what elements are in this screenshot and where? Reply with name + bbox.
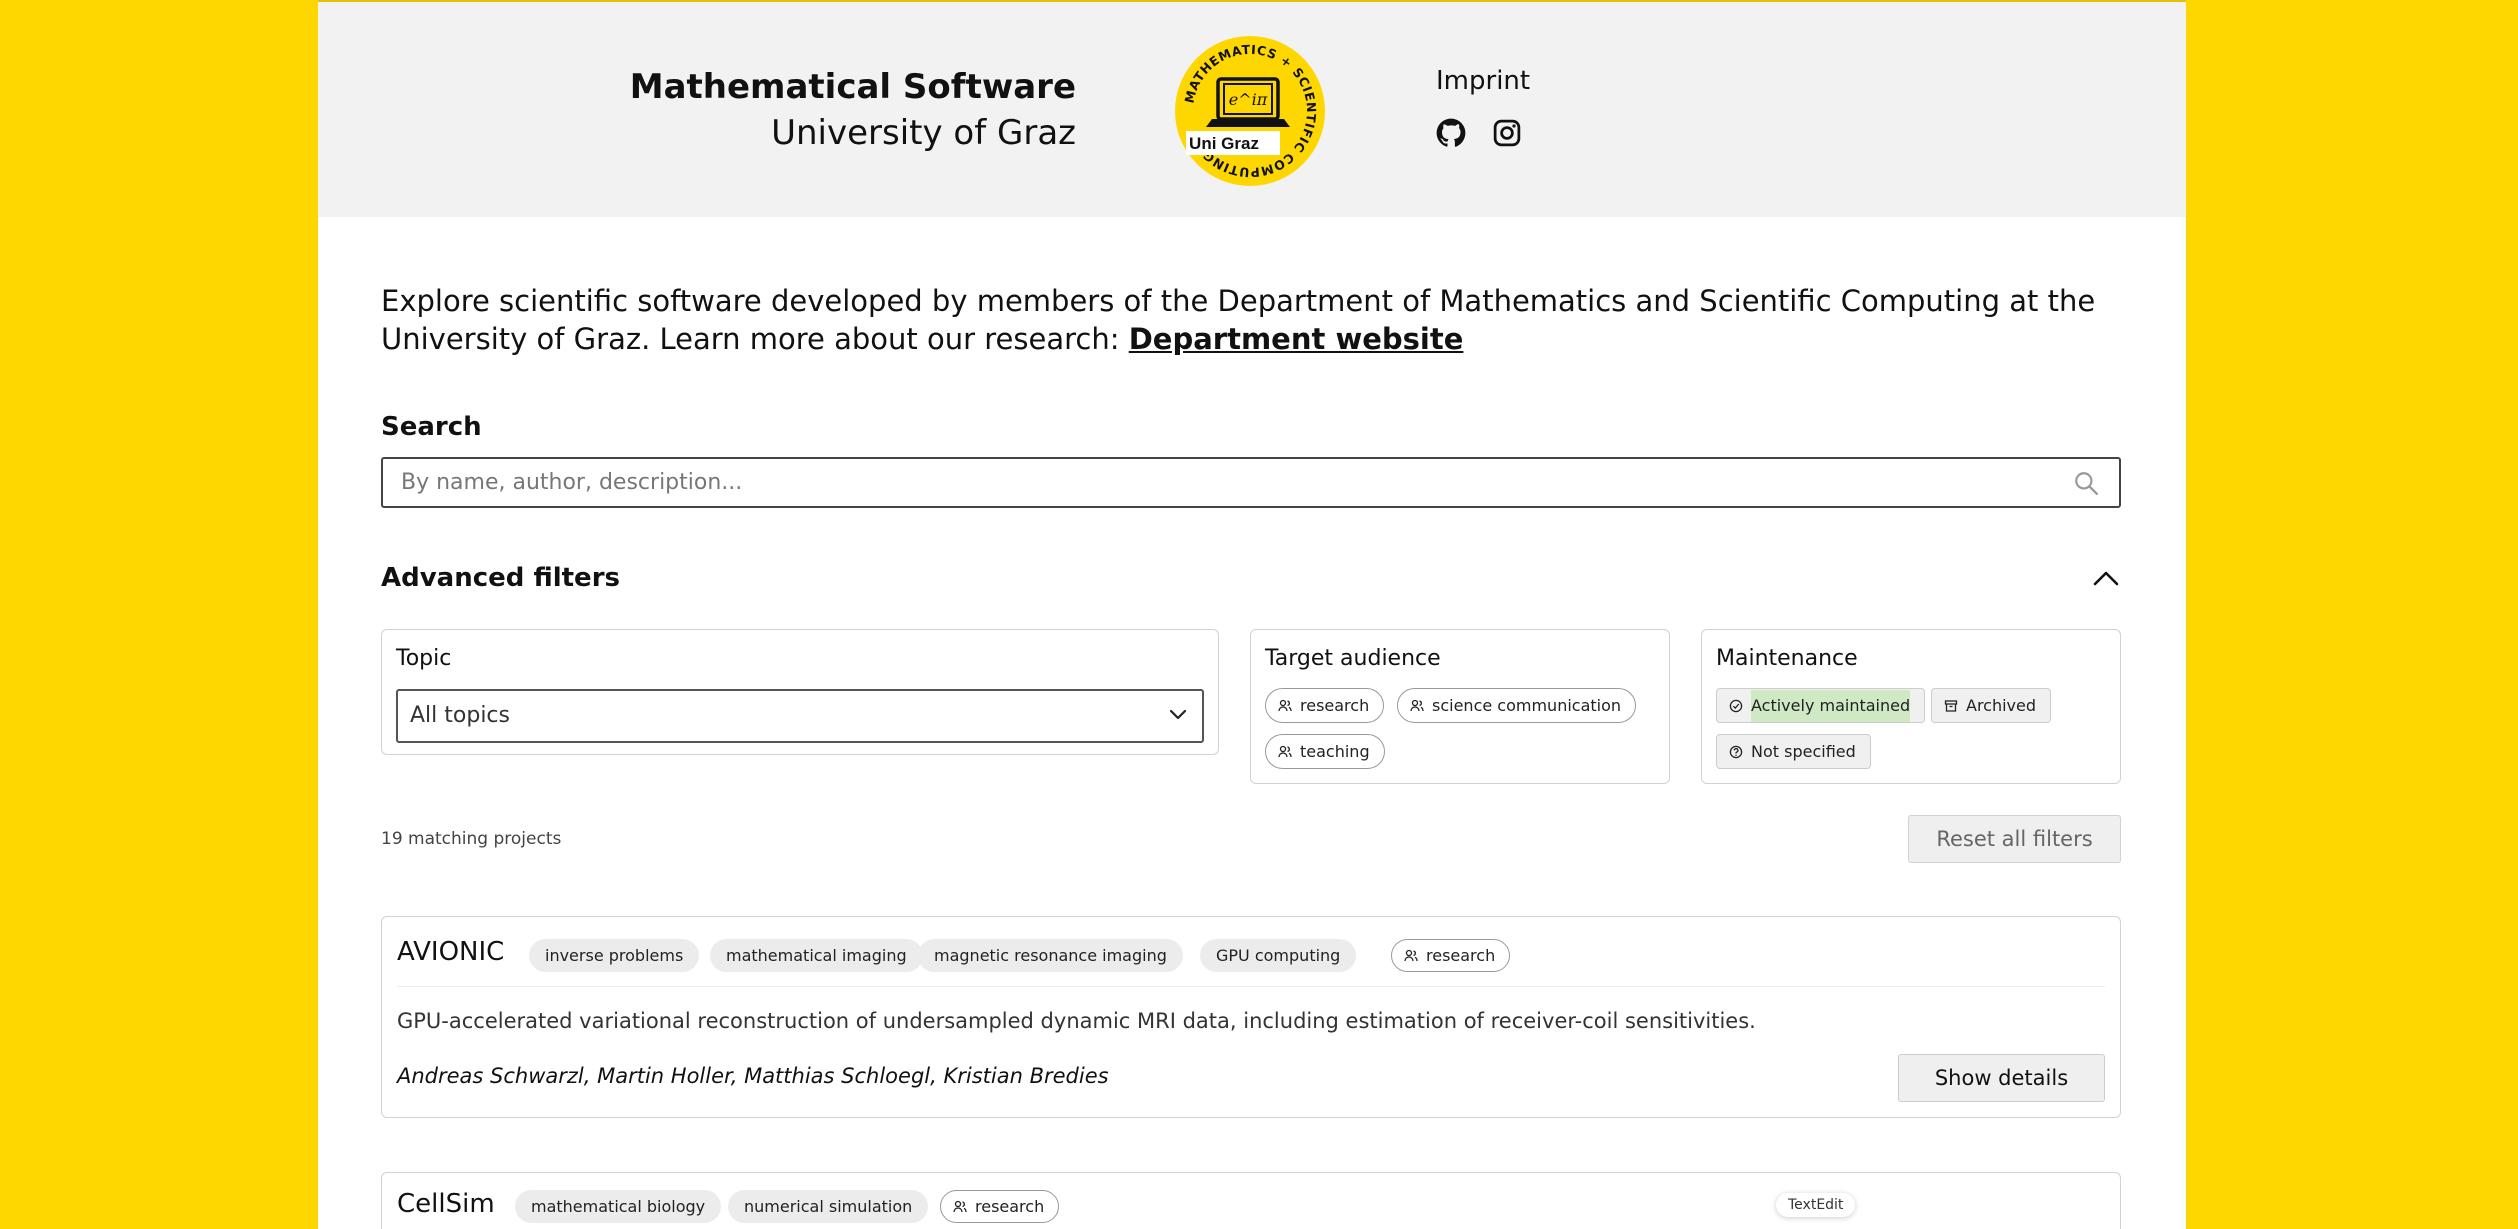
instagram-icon[interactable] — [1492, 118, 1522, 148]
social-links — [1436, 118, 1522, 148]
check-circle-icon — [1729, 699, 1743, 712]
maintenance-chip-active[interactable]: Actively maintained — [1716, 688, 1926, 723]
project-audience-label: research — [975, 1196, 1045, 1216]
advanced-filters-title[interactable]: Advanced filters — [381, 563, 620, 593]
intro-paragraph: Explore scientific software developed by… — [381, 282, 2126, 358]
users-icon — [1278, 699, 1292, 711]
audience-chip-teaching[interactable]: teaching — [1265, 734, 1385, 769]
maintenance-chip-label: Actively maintained — [1751, 689, 1911, 722]
audience-chip-label: research — [1300, 695, 1370, 715]
site-subtitle: University of Graz — [771, 113, 1076, 153]
site-title-main: Mathematical Software — [629, 67, 1076, 107]
maintenance-chip-label: Archived — [1966, 695, 2037, 715]
users-icon — [953, 1200, 967, 1212]
maintenance-chip-archived[interactable]: Archived — [1931, 688, 2052, 723]
project-tag[interactable]: numerical simulation — [728, 1190, 929, 1223]
maintenance-chip-not-specified[interactable]: Not specified — [1716, 734, 1871, 769]
project-audience-tag[interactable]: research — [1391, 939, 1511, 972]
users-icon — [1404, 949, 1418, 961]
textedit-tooltip: TextEdit — [1776, 1193, 1856, 1217]
users-icon — [1410, 699, 1424, 711]
search-field[interactable] — [381, 457, 2121, 508]
github-icon[interactable] — [1436, 118, 1466, 148]
maintenance-label: Maintenance — [1716, 646, 1858, 671]
search-icon[interactable] — [2073, 470, 2099, 496]
project-card: AVIONIC inverse problems mathematical im… — [381, 916, 2121, 1118]
chevron-down-icon — [1169, 709, 1187, 720]
department-website-link[interactable]: Department website — [1129, 322, 1464, 356]
audience-chip-science-communication[interactable]: science communication — [1397, 688, 1637, 723]
logo-screen-text: e^iπ — [1229, 90, 1268, 109]
logo-label: Uni Graz — [1189, 134, 1259, 153]
reset-filters-button[interactable]: Reset all filters — [1908, 815, 2121, 863]
project-tag[interactable]: GPU computing — [1200, 939, 1357, 972]
help-circle-icon — [1729, 745, 1743, 758]
site-header: Mathematical Software University of Graz… — [318, 2, 2186, 217]
topic-select[interactable]: All topics — [396, 689, 1204, 743]
project-card: CellSim mathematical biology numerical s… — [381, 1172, 2121, 1229]
audience-label: Target audience — [1265, 646, 1441, 671]
audience-chip-label: science communication — [1432, 695, 1622, 715]
project-tag[interactable]: magnetic resonance imaging — [918, 939, 1183, 972]
maintenance-filter-card: Maintenance Actively maintained Archived… — [1701, 629, 2121, 784]
users-icon — [1278, 745, 1292, 757]
topic-label: Topic — [396, 646, 452, 671]
search-label: Search — [381, 412, 482, 442]
project-tag[interactable]: mathematical biology — [515, 1190, 722, 1223]
project-tag[interactable]: mathematical imaging — [710, 939, 923, 972]
matching-count: 19 matching projects — [381, 829, 562, 849]
project-audience-tag[interactable]: research — [940, 1190, 1060, 1223]
chevron-up-icon[interactable] — [2091, 566, 2121, 590]
search-input[interactable] — [383, 459, 2023, 506]
project-name: CellSim — [397, 1189, 495, 1219]
project-tag[interactable]: inverse problems — [529, 939, 700, 972]
page-container: Mathematical Software University of Graz… — [318, 0, 2186, 1229]
maintenance-chip-label: Not specified — [1751, 741, 1856, 761]
project-divider — [397, 986, 2105, 987]
uni-graz-logo[interactable]: MATHEMATICS + SCIENTIFIC COMPUTING e^iπ … — [1174, 35, 1326, 187]
audience-filter-card: Target audience research science communi… — [1250, 629, 1670, 784]
archive-icon — [1944, 699, 1958, 712]
project-authors: Andreas Schwarzl, Martin Holler, Matthia… — [397, 1064, 1109, 1088]
topic-filter-card: Topic All topics — [381, 629, 1219, 755]
topic-select-value: All topics — [410, 703, 510, 728]
audience-chip-label: teaching — [1300, 741, 1370, 761]
imprint-link[interactable]: Imprint — [1436, 66, 1530, 96]
show-details-button[interactable]: Show details — [1898, 1054, 2105, 1102]
audience-chip-research[interactable]: research — [1265, 688, 1385, 723]
project-name: AVIONIC — [397, 937, 505, 967]
project-audience-label: research — [1426, 945, 1496, 965]
site-title[interactable]: Mathematical Software University of Graz — [630, 64, 1076, 156]
project-description: GPU-accelerated variational reconstructi… — [397, 1009, 1756, 1033]
